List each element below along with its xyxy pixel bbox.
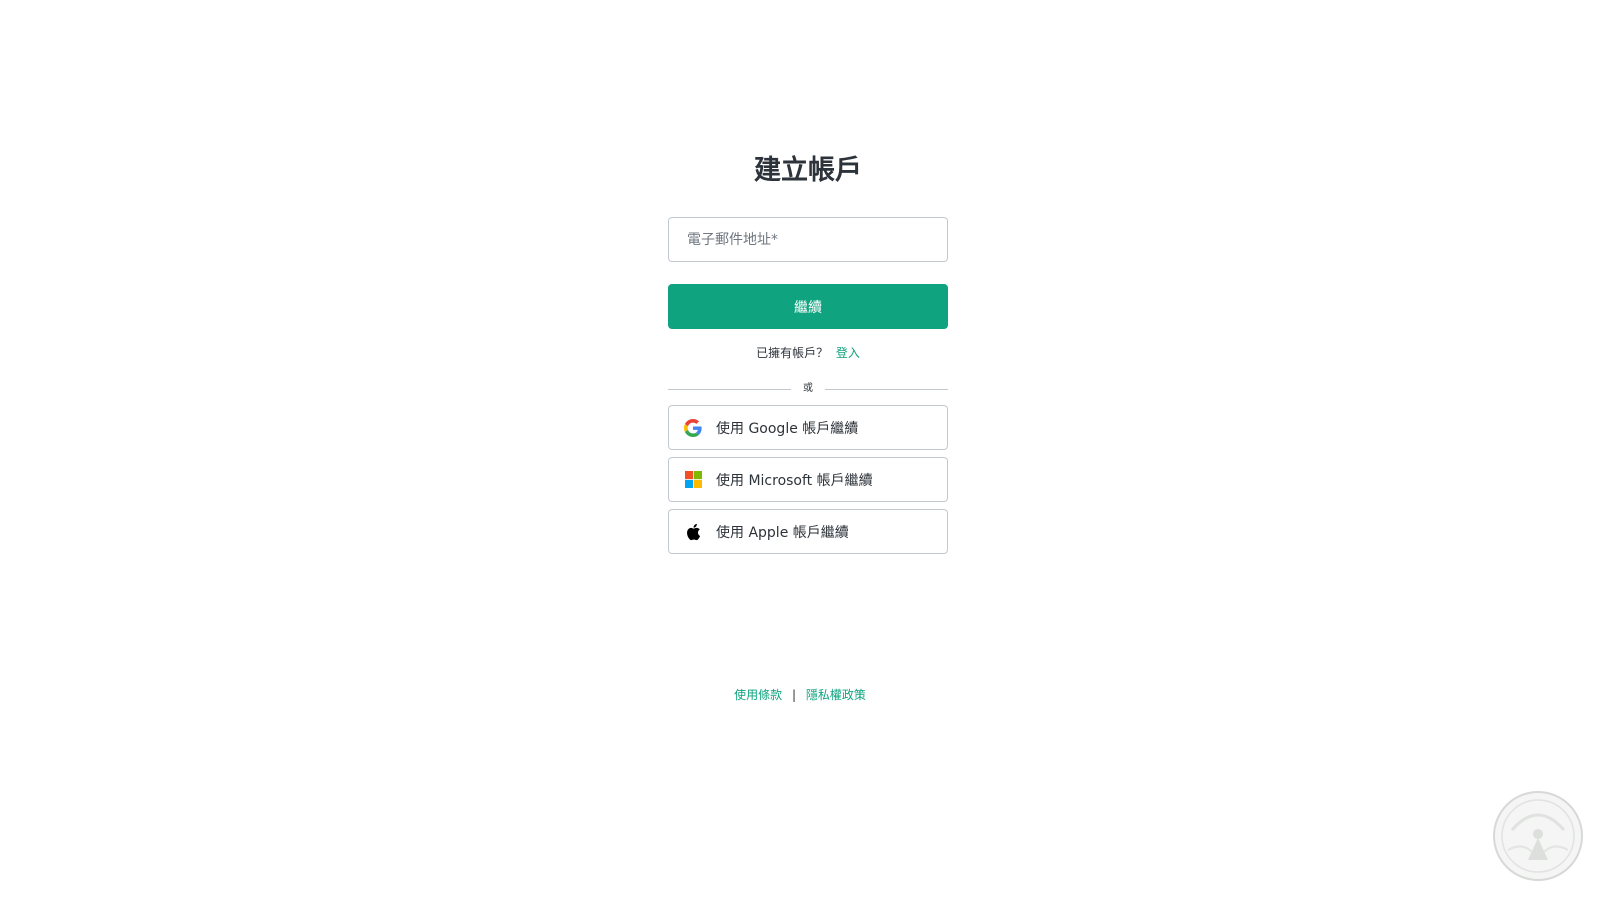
privacy-link[interactable]: 隱私權政策 xyxy=(806,688,866,702)
login-link[interactable]: 登入 xyxy=(836,346,860,360)
have-account-text: 已擁有帳戶？ xyxy=(756,346,829,360)
social-login-list: 使用 Google 帳戶繼續 使用 Microsoft 帳戶繼續 使用 Appl… xyxy=(668,405,948,554)
google-icon xyxy=(684,418,702,437)
or-divider: 或 xyxy=(668,381,948,397)
email-field[interactable] xyxy=(668,217,948,262)
apple-login-button[interactable]: 使用 Apple 帳戶繼續 xyxy=(668,509,948,554)
google-login-label: 使用 Google 帳戶繼續 xyxy=(716,420,859,437)
divider-line-right xyxy=(825,388,948,390)
page-title: 建立帳戶 xyxy=(754,155,862,186)
terms-link[interactable]: 使用條款 xyxy=(734,688,782,702)
microsoft-icon xyxy=(684,471,702,489)
apple-icon xyxy=(684,523,702,541)
page: 建立帳戶 繼續 已擁有帳戶？ 登入 或 使用 xyxy=(0,0,1600,900)
footer-links: 使用條款 | 隱私權政策 xyxy=(0,686,1600,703)
continue-button[interactable]: 繼續 xyxy=(668,284,948,329)
divider-text: 或 xyxy=(803,383,813,394)
signup-panel: 建立帳戶 繼續 已擁有帳戶？ 登入 或 使用 xyxy=(668,150,948,561)
watermark-logo xyxy=(1492,790,1584,882)
google-login-button[interactable]: 使用 Google 帳戶繼續 xyxy=(668,405,948,450)
microsoft-login-button[interactable]: 使用 Microsoft 帳戶繼續 xyxy=(668,457,948,502)
divider-line-left xyxy=(668,388,791,390)
microsoft-login-label: 使用 Microsoft 帳戶繼續 xyxy=(716,472,873,489)
apple-login-label: 使用 Apple 帳戶繼續 xyxy=(716,524,849,541)
login-prompt: 已擁有帳戶？ 登入 xyxy=(668,343,948,363)
footer-separator: | xyxy=(791,688,797,702)
